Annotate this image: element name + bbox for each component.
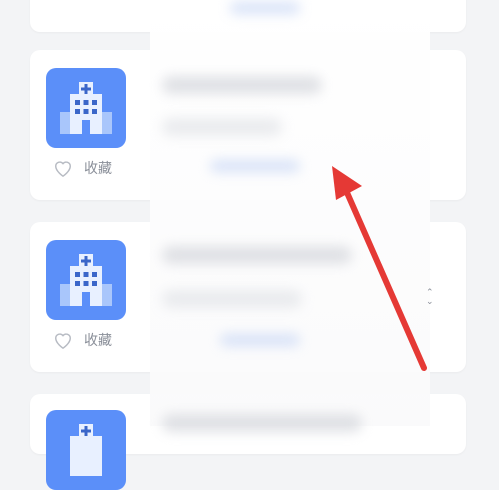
favorite-button[interactable]: 收藏	[52, 158, 112, 178]
redacted-text	[162, 246, 352, 264]
redacted-text	[162, 76, 322, 94]
sort-mark: ⌃ ⌄	[426, 287, 434, 306]
redacted-text	[162, 118, 282, 136]
hospital-icon	[46, 240, 126, 320]
redacted-text	[162, 414, 362, 432]
redacted-content-area	[150, 0, 430, 432]
redacted-text	[210, 160, 300, 172]
favorite-label: 收藏	[84, 332, 112, 348]
hospital-icon	[46, 68, 126, 148]
redacted-text	[220, 334, 300, 346]
favorite-label: 收藏	[84, 160, 112, 176]
favorite-button[interactable]: 收藏	[52, 330, 112, 350]
redacted-text	[162, 290, 302, 308]
heart-outline-icon	[54, 333, 72, 350]
heart-outline-icon	[54, 161, 72, 178]
hospital-icon	[46, 410, 126, 490]
redacted-text	[230, 2, 300, 14]
